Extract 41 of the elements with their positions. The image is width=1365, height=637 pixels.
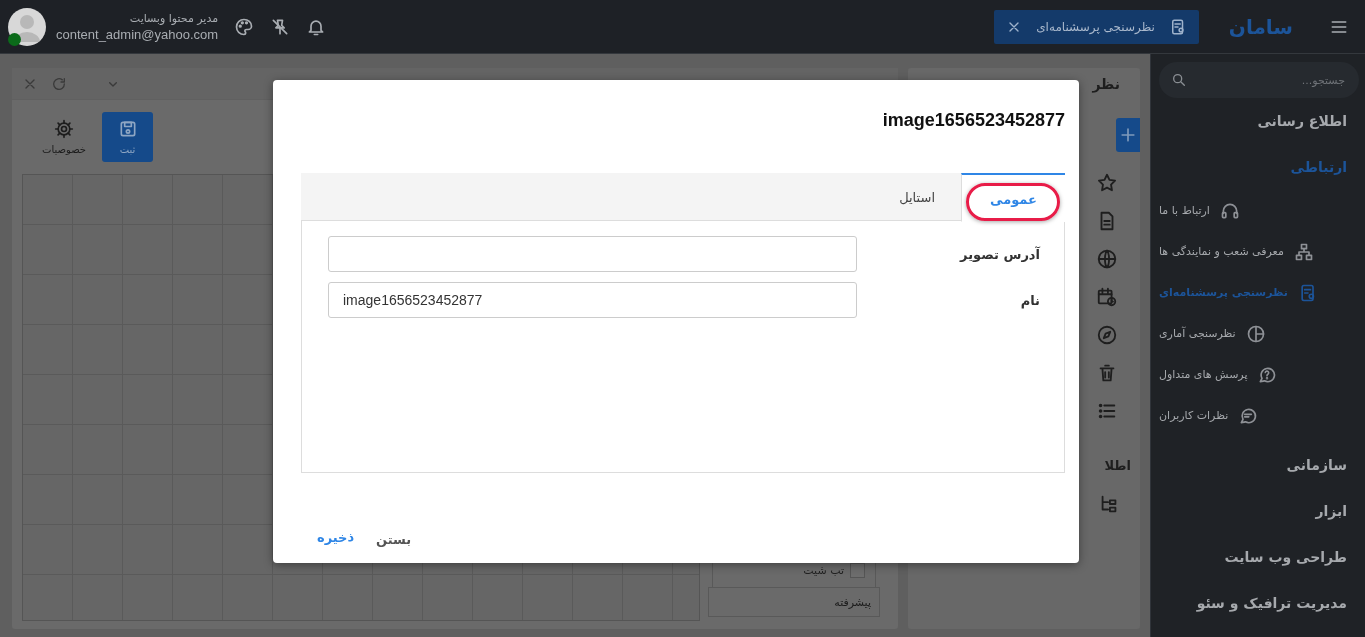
dialog-title: image1656523452877 bbox=[881, 109, 1065, 132]
sidebar-section[interactable]: مدیریت ترافیک و سئو bbox=[1159, 580, 1359, 626]
pie-chart-icon bbox=[1245, 323, 1266, 344]
checkbox-label: تب شیت bbox=[803, 564, 844, 577]
input-field[interactable]: image1656523452877 bbox=[328, 282, 857, 319]
sidebar-item[interactable]: نظرات کاربران bbox=[1159, 409, 1229, 422]
sidebar-item[interactable]: معرفی شعب و نمایندگی ها bbox=[1159, 245, 1284, 258]
save-button[interactable]: ثبت bbox=[102, 112, 153, 162]
tab[interactable]: عمومی bbox=[961, 173, 1065, 223]
palette-icon[interactable] bbox=[234, 16, 255, 37]
user-name: مدیر محتوا وبسایت bbox=[128, 11, 219, 25]
gear-icon bbox=[54, 119, 74, 139]
field-label: نام bbox=[1020, 292, 1040, 308]
input-field[interactable] bbox=[328, 236, 857, 273]
refresh-icon[interactable] bbox=[51, 75, 67, 92]
open-tab[interactable]: نظرسنجی پرسشنامه‌ای bbox=[994, 9, 1199, 44]
compass-icon[interactable] bbox=[1096, 324, 1118, 346]
field-label: آدرس تصویر bbox=[960, 246, 1040, 262]
sidebar-section[interactable]: اطلاع رسانی bbox=[1159, 98, 1359, 144]
sidebar-section[interactable]: طراحی وب سایت bbox=[1159, 534, 1359, 580]
checkbox[interactable] bbox=[850, 563, 865, 578]
user-email: content_admin@yahoo.com bbox=[56, 26, 219, 42]
sidebar-item[interactable]: ارتباط با ما bbox=[1159, 204, 1210, 217]
calendar-clock-icon[interactable] bbox=[1096, 286, 1118, 308]
star-icon[interactable] bbox=[1096, 172, 1118, 194]
section-title: اطلا bbox=[1104, 458, 1131, 473]
sidebar-section[interactable]: سازمانی bbox=[1159, 442, 1359, 488]
close-button[interactable]: بستن bbox=[376, 517, 412, 563]
tab[interactable]: استایل bbox=[873, 173, 961, 222]
sitemap-icon bbox=[1293, 241, 1314, 262]
save-button[interactable]: ذخیره bbox=[317, 511, 355, 563]
globe-icon[interactable] bbox=[1096, 248, 1118, 270]
sidebar-item[interactable]: پرسش های متداول bbox=[1159, 368, 1248, 381]
tab-label[interactable]: نظرسنجی پرسشنامه‌ای bbox=[1036, 19, 1155, 34]
panel-title: نظر bbox=[1092, 75, 1120, 95]
search-field[interactable]: جستجو... bbox=[1159, 62, 1359, 98]
avatar bbox=[8, 7, 46, 46]
add-button[interactable] bbox=[1116, 118, 1140, 152]
sidebar-section[interactable]: ابزار bbox=[1159, 488, 1359, 534]
sidebar-item[interactable]: نظرسنجی آماری bbox=[1159, 327, 1236, 340]
brand-logo: سامان bbox=[1228, 14, 1293, 39]
